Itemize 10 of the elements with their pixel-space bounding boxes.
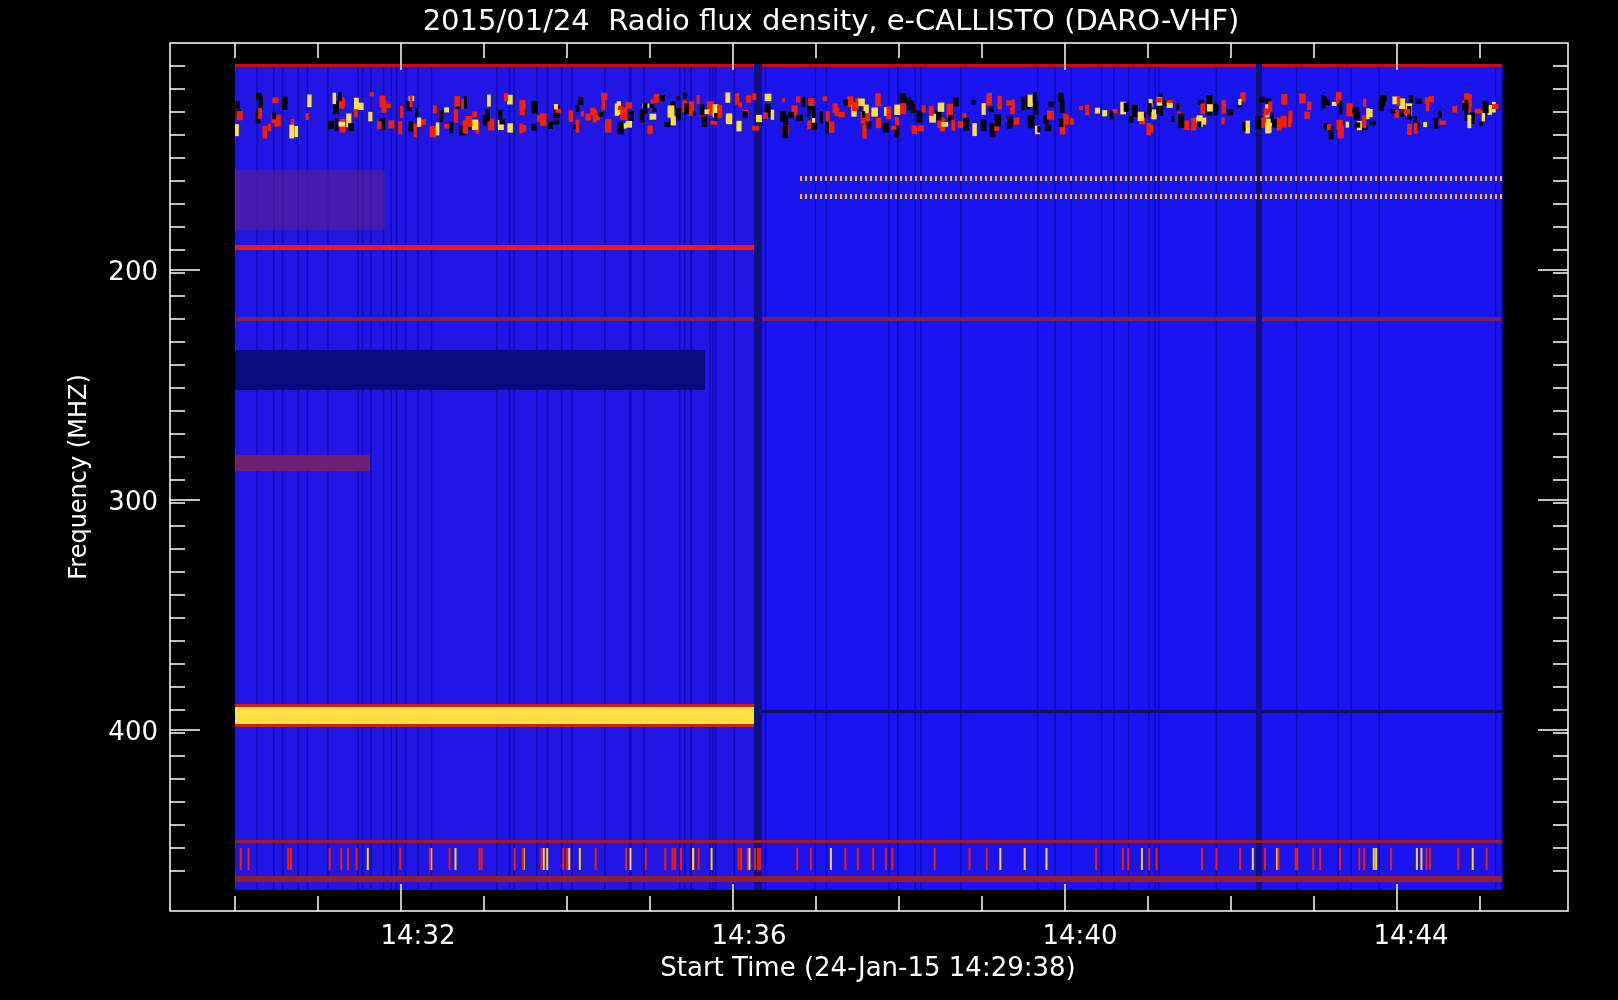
y-tick-label: 300	[108, 486, 158, 516]
x-tick-label: 14:36	[711, 920, 787, 950]
x-tick-label: 14:32	[380, 920, 456, 950]
y-tick-label: 200	[108, 256, 158, 286]
x-axis-label: Start Time (24-Jan-15 14:29:38)	[660, 952, 1076, 982]
y-axis-label: Frequency (MHZ)	[64, 374, 92, 580]
chart-title: 2015/01/24 Radio flux density, e-CALLISTO (DARO-VHF)	[421, 2, 1241, 39]
y-tick-label: 400	[108, 716, 158, 746]
x-tick-label: 14:44	[1373, 920, 1449, 950]
x-tick-label: 14:40	[1042, 920, 1118, 950]
